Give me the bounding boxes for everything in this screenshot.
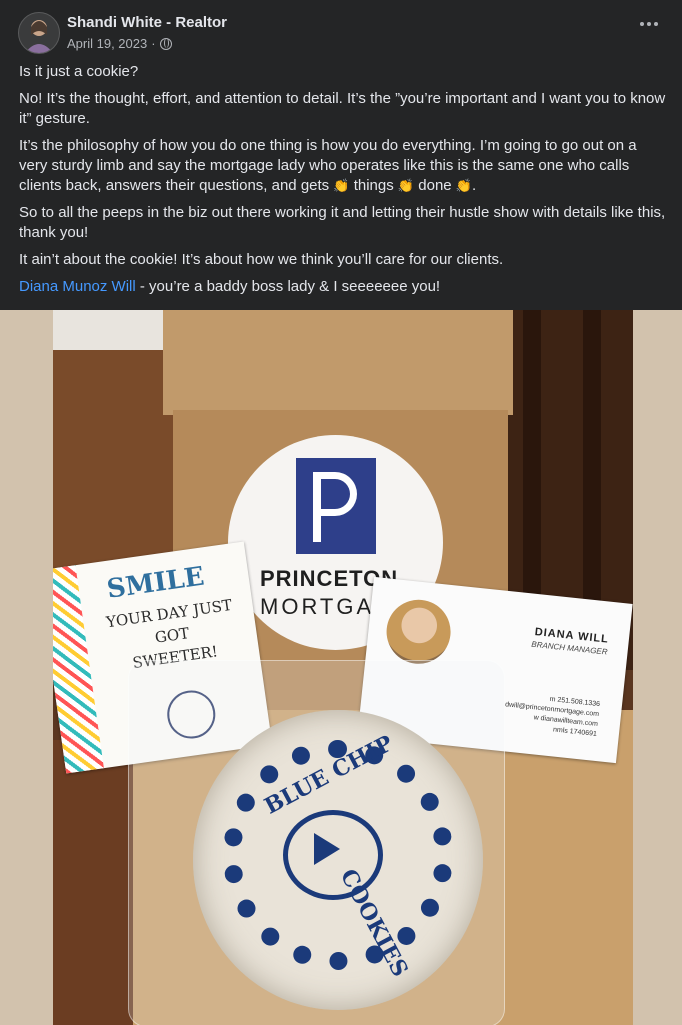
mention-link[interactable]: Diana Munoz Will [19,278,136,295]
smile-title: SMILE [105,561,207,605]
paragraph: So to all the peeps in the biz out there… [19,204,666,241]
princeton-logo-icon [296,458,376,554]
clapping-hands-icon: 👏 [455,178,472,193]
paragraph: It ain’t about the cookie! It’s about ho… [19,251,504,268]
post-date[interactable]: April 19, 2023 [67,36,147,51]
card-nmls: nmls 1740691 [552,726,598,738]
more-options-icon[interactable] [640,22,658,26]
paragraph: Is it just a cookie? [19,63,139,80]
box-flap [163,310,513,415]
post-meta: April 19, 2023 · [67,36,172,51]
meta-separator: · [151,36,156,51]
post-header: Shandi White - Realtor April 19, 2023 · [0,0,682,60]
author-name[interactable]: Shandi White - Realtor [67,14,227,31]
clapping-hands-icon: 👏 [397,178,415,193]
clapping-hands-icon: 👏 [333,178,350,193]
avatar-portrait-icon [25,20,53,53]
author-avatar[interactable] [18,12,60,54]
post-text: Is it just a cookie? No! It’s the though… [19,62,667,304]
globe-icon [159,37,172,50]
photo-scene: PRINCETON MORTGAGE SMILE YOUR DAY JUST G… [53,310,633,1025]
paragraph: No! It’s the thought, effort, and attent… [19,90,666,127]
paragraph: It’s the philosophy of how you do one th… [19,137,637,194]
paragraph: Diana Munoz Will - you’re a baddy boss l… [19,278,441,295]
post-photo[interactable]: PRINCETON MORTGAGE SMILE YOUR DAY JUST G… [0,310,682,1025]
headshot-photo [383,596,454,667]
